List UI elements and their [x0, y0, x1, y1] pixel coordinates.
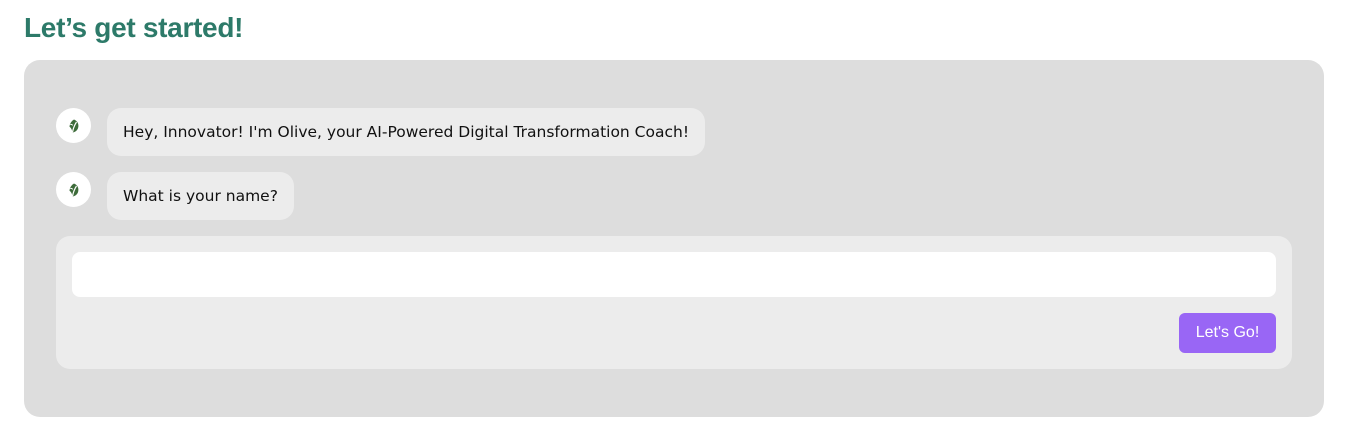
avatar: [56, 172, 91, 207]
lets-go-button[interactable]: Let's Go!: [1179, 313, 1276, 353]
page-title: Let’s get started!: [24, 12, 244, 43]
olive-leaf-icon: [66, 118, 82, 134]
chat-message: Hey, Innovator! I'm Olive, your AI-Power…: [56, 108, 706, 156]
chat-panel: Hey, Innovator! I'm Olive, your AI-Power…: [24, 60, 1324, 417]
olive-leaf-icon: [66, 182, 82, 198]
reply-form: Let's Go!: [56, 236, 1292, 369]
name-input[interactable]: [72, 252, 1276, 297]
chat-message: What is your name?: [56, 172, 294, 220]
message-bubble: What is your name?: [107, 172, 294, 220]
page: Let’s get started! Hey, Innovator! I'm O…: [0, 0, 1351, 446]
avatar: [56, 108, 91, 143]
message-bubble: Hey, Innovator! I'm Olive, your AI-Power…: [107, 108, 706, 156]
